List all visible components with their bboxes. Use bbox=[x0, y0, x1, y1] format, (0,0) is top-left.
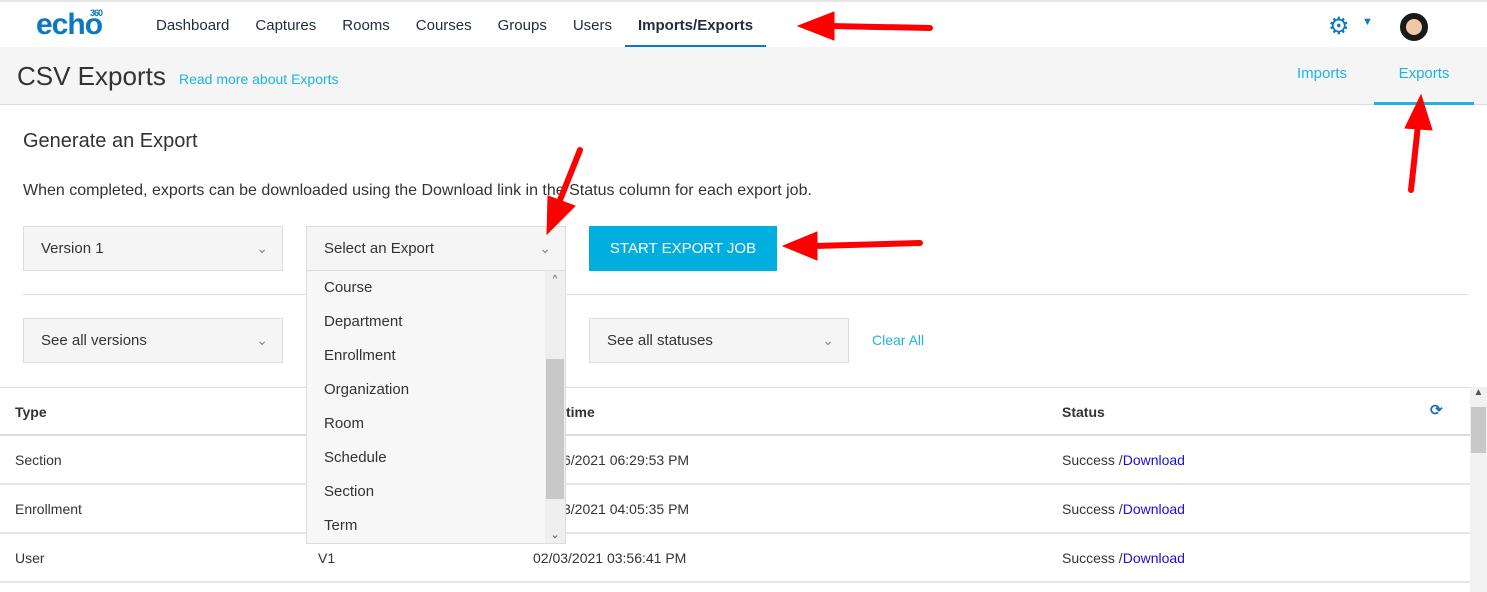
start-export-job-button[interactable]: START EXPORT JOB bbox=[589, 226, 777, 271]
tab-exports[interactable]: Exports bbox=[1374, 65, 1474, 105]
nav-dashboard[interactable]: Dashboard bbox=[143, 2, 242, 47]
status-text: Success / bbox=[1062, 452, 1123, 468]
status-filter[interactable]: See all statuses ⌄ bbox=[589, 318, 849, 363]
nav-groups[interactable]: Groups bbox=[485, 2, 560, 47]
table-row: Enrollment 3/2021 04:05:35 PM Success /D… bbox=[0, 485, 1470, 534]
status-text: Success / bbox=[1062, 550, 1123, 566]
dropdown-scrollbar[interactable]: ^ ⌄ bbox=[545, 271, 565, 543]
nav-users[interactable]: Users bbox=[560, 2, 625, 47]
option-course[interactable]: Course bbox=[307, 271, 565, 305]
cell-type: User bbox=[15, 550, 45, 566]
nav-rooms[interactable]: Rooms bbox=[329, 2, 403, 47]
avatar[interactable] bbox=[1400, 13, 1428, 41]
chevron-down-icon: ⌄ bbox=[539, 240, 551, 256]
section-title: Generate an Export bbox=[23, 130, 198, 152]
gear-icon[interactable]: ⚙ bbox=[1328, 12, 1350, 41]
caret-down-icon[interactable]: ▼ bbox=[1362, 16, 1373, 28]
cell-type: Section bbox=[15, 452, 62, 468]
option-schedule[interactable]: Schedule bbox=[307, 441, 565, 475]
cell-type: Enrollment bbox=[15, 501, 82, 517]
divider bbox=[23, 294, 1468, 295]
option-organization[interactable]: Organization bbox=[307, 373, 565, 407]
scrollbar-thumb[interactable] bbox=[546, 359, 564, 499]
cell-time: 3/2021 04:05:35 PM bbox=[563, 501, 690, 517]
export-type-select[interactable]: Select an Export ⌄ bbox=[306, 226, 566, 271]
status-filter-value: See all statuses bbox=[607, 332, 713, 349]
option-department[interactable]: Department bbox=[307, 305, 565, 339]
table-row: User V1 02/03/2021 03:56:41 PM Success /… bbox=[0, 534, 1470, 583]
option-section[interactable]: Section bbox=[307, 475, 565, 509]
version-select[interactable]: Version 1 ⌄ bbox=[23, 226, 283, 271]
organization-logo bbox=[1450, 6, 1486, 46]
arrowhead bbox=[781, 231, 818, 261]
status-text: Success / bbox=[1062, 501, 1123, 517]
tab-imports[interactable]: Imports bbox=[1297, 65, 1347, 82]
scrollbar-thumb[interactable] bbox=[1471, 407, 1486, 453]
cell-version: V1 bbox=[318, 550, 336, 566]
chevron-down-icon: ⌄ bbox=[822, 332, 834, 348]
table-row: Section 6/2021 06:29:53 PM Success /Down… bbox=[0, 436, 1470, 485]
versions-filter[interactable]: See all versions ⌄ bbox=[23, 318, 283, 363]
download-link[interactable]: Download bbox=[1123, 501, 1185, 517]
scroll-down-icon[interactable]: ⌄ bbox=[545, 528, 565, 541]
nav-captures[interactable]: Captures bbox=[242, 2, 329, 47]
echo360-logo[interactable]: echo 360 bbox=[36, 8, 103, 42]
clear-all-link[interactable]: Clear All bbox=[872, 332, 924, 348]
versions-filter-value: See all versions bbox=[41, 332, 147, 349]
arrow-exports-tab bbox=[1408, 122, 1421, 193]
top-navbar: echo 360 Dashboard Captures Rooms Courses… bbox=[0, 0, 1487, 47]
cell-time: 6/2021 06:29:53 PM bbox=[563, 452, 690, 468]
option-term[interactable]: Term bbox=[307, 509, 565, 543]
header-status[interactable]: Status bbox=[1062, 404, 1105, 420]
option-enrollment[interactable]: Enrollment bbox=[307, 339, 565, 373]
page-scrollbar[interactable]: ▲ bbox=[1470, 387, 1487, 592]
cell-status: Success /Download bbox=[1062, 550, 1185, 566]
cell-time: 02/03/2021 03:56:41 PM bbox=[533, 550, 687, 566]
nav-courses[interactable]: Courses bbox=[403, 2, 485, 47]
header-time[interactable]: time bbox=[566, 404, 595, 420]
arrow-start-button bbox=[812, 240, 923, 249]
table-header: Type time Status ⟳ bbox=[0, 387, 1470, 436]
export-type-dropdown: Course Department Enrollment Organizatio… bbox=[306, 270, 566, 544]
scroll-up-icon[interactable]: ^ bbox=[545, 274, 565, 285]
description: When completed, exports can be downloade… bbox=[23, 182, 812, 199]
download-link[interactable]: Download bbox=[1123, 550, 1185, 566]
nav-imports-exports[interactable]: Imports/Exports bbox=[625, 2, 767, 47]
cell-status: Success /Download bbox=[1062, 501, 1185, 517]
version-select-value: Version 1 bbox=[41, 240, 104, 257]
page-header: CSV Exports Read more about Exports Impo… bbox=[0, 47, 1487, 105]
cell-status: Success /Download bbox=[1062, 452, 1185, 468]
chevron-down-icon: ⌄ bbox=[256, 332, 268, 348]
read-more-link[interactable]: Read more about Exports bbox=[179, 71, 339, 87]
export-select-value: Select an Export bbox=[324, 240, 435, 257]
header-type[interactable]: Type bbox=[15, 404, 47, 420]
chevron-down-icon: ⌄ bbox=[256, 240, 268, 256]
logo-sup: 360 bbox=[90, 8, 103, 18]
main-nav: Dashboard Captures Rooms Courses Groups … bbox=[143, 2, 767, 47]
option-room[interactable]: Room bbox=[307, 407, 565, 441]
scroll-up-icon[interactable]: ▲ bbox=[1470, 387, 1487, 398]
refresh-icon[interactable]: ⟳ bbox=[1430, 401, 1443, 419]
page-title: CSV Exports bbox=[17, 61, 166, 91]
download-link[interactable]: Download bbox=[1123, 452, 1185, 468]
